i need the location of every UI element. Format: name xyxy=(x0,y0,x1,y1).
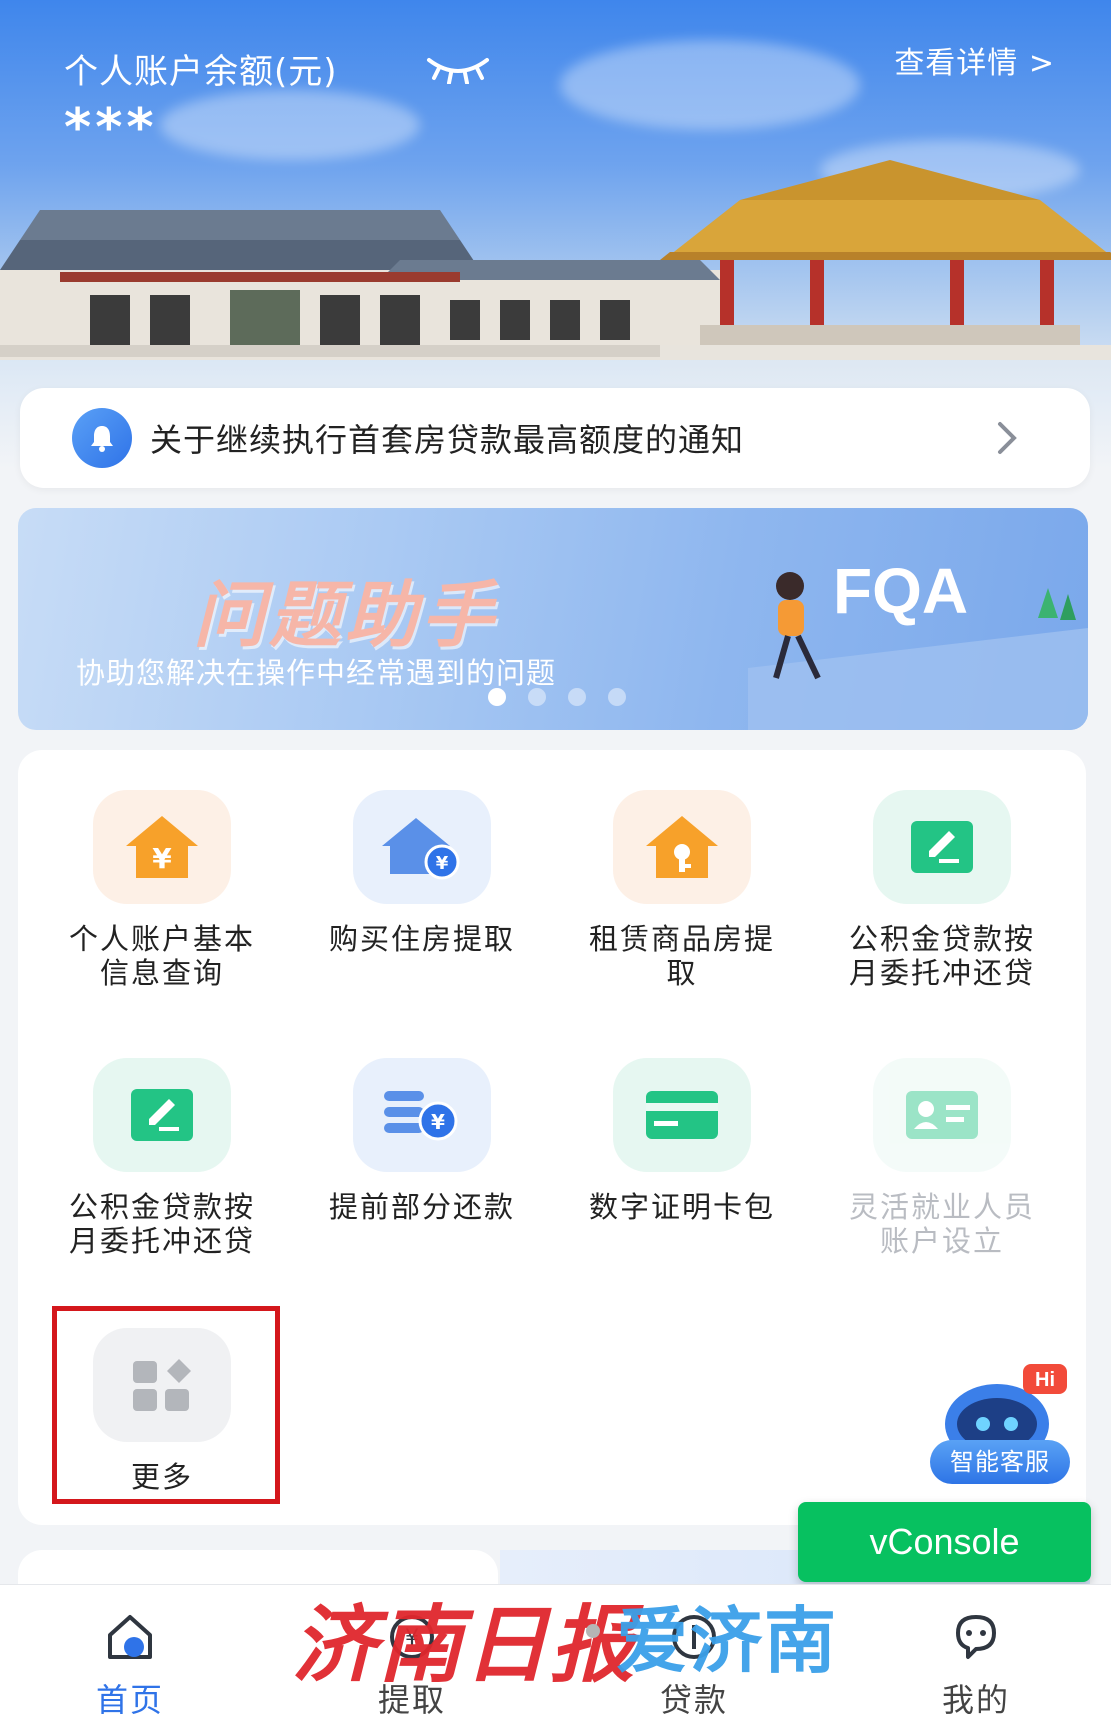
more-highlight-box xyxy=(52,1306,280,1504)
service-partial-prepayment[interactable]: ¥ 提前部分还款 xyxy=(292,1058,552,1224)
edit-document-icon xyxy=(873,790,1011,904)
banner-illustration: FQA xyxy=(748,555,1088,730)
vconsole-button[interactable]: vConsole xyxy=(798,1502,1091,1582)
pavilion-image xyxy=(660,160,1111,390)
chatbot-badge: Hi xyxy=(1035,1369,1055,1391)
carousel-dots xyxy=(488,688,626,706)
carousel-dot[interactable] xyxy=(488,688,506,706)
chatbot-label[interactable]: 智能客服 xyxy=(930,1440,1070,1484)
balance-value: *** xyxy=(64,98,158,158)
service-home-purchase-withdraw[interactable]: ¥ 购买住房提取 xyxy=(292,790,552,956)
house-key-icon xyxy=(613,790,751,904)
balance-label: 个人账户余额(元) xyxy=(64,52,338,92)
home-icon xyxy=(108,1615,152,1659)
tab-home[interactable]: 首页 xyxy=(50,1585,210,1714)
carousel-dot[interactable] xyxy=(528,688,546,706)
service-flexible-employment-account[interactable]: 灵活就业人员账户设立 xyxy=(812,1058,1072,1258)
cloud xyxy=(560,40,860,130)
service-label: 个人账户基本信息查询 xyxy=(68,922,255,990)
notice-bar[interactable]: 关于继续执行首套房贷款最高额度的通知 xyxy=(20,388,1090,488)
service-label: 灵活就业人员账户设立 xyxy=(848,1190,1035,1258)
card-wallet-icon xyxy=(613,1058,751,1172)
profile-icon xyxy=(956,1615,996,1659)
house-coin-icon: ¥ xyxy=(353,790,491,904)
coins-stack-icon: ¥ xyxy=(353,1058,491,1172)
banner-title: 问题助手 xyxy=(193,573,498,657)
carousel-dot[interactable] xyxy=(608,688,626,706)
tab-mine[interactable]: 我的 xyxy=(896,1585,1056,1714)
chevron-right-icon xyxy=(998,422,1017,454)
svg-text:¥: ¥ xyxy=(436,853,449,874)
watermark-app-logo: 爱济南 xyxy=(616,1599,839,1683)
service-digital-certificate-wallet[interactable]: 数字证明卡包 xyxy=(552,1058,812,1224)
view-details-link[interactable]: 查看详情 > xyxy=(894,38,1055,82)
service-label: 数字证明卡包 xyxy=(588,1190,775,1224)
service-label: 公积金贷款按月委托冲还贷 xyxy=(848,922,1035,990)
edit-document-icon xyxy=(93,1058,231,1172)
carousel-dot[interactable] xyxy=(568,688,586,706)
id-card-icon xyxy=(873,1058,1011,1172)
service-label: 提前部分还款 xyxy=(328,1190,515,1224)
service-loan-monthly-offset-2[interactable]: 公积金贷款按月委托冲还贷 xyxy=(32,1058,292,1258)
house-yen-icon: ¥ xyxy=(93,790,231,904)
watermark-newspaper-logo: 济南日报 xyxy=(292,1595,637,1694)
banner-art-text: FQA xyxy=(833,555,968,627)
help-banner[interactable]: 问题助手 协助您解决在操作中经常遇到的问题 FQA xyxy=(18,508,1088,730)
service-label: 租赁商品房提取 xyxy=(588,922,775,990)
tab-label: 我的 xyxy=(941,1681,1010,1714)
svg-text:¥: ¥ xyxy=(431,1110,445,1134)
banner-subtitle: 协助您解决在操作中经常遇到的问题 xyxy=(76,656,557,690)
notice-text: 关于继续执行首套房贷款最高额度的通知 xyxy=(150,421,745,459)
tab-label: 首页 xyxy=(95,1681,164,1714)
svg-text:¥: ¥ xyxy=(152,842,172,875)
watermark-separator xyxy=(586,1624,600,1638)
service-rental-withdraw[interactable]: 租赁商品房提取 xyxy=(552,790,812,990)
hall-building-image xyxy=(0,210,720,360)
cloud xyxy=(160,90,420,160)
service-label: 购买住房提取 xyxy=(328,922,515,956)
service-account-info[interactable]: ¥ 个人账户基本信息查询 xyxy=(32,790,292,990)
service-loan-monthly-offset[interactable]: 公积金贷款按月委托冲还贷 xyxy=(812,790,1072,990)
bell-icon xyxy=(72,408,132,468)
eye-closed-icon[interactable] xyxy=(425,54,491,84)
service-label: 公积金贷款按月委托冲还贷 xyxy=(68,1190,255,1258)
